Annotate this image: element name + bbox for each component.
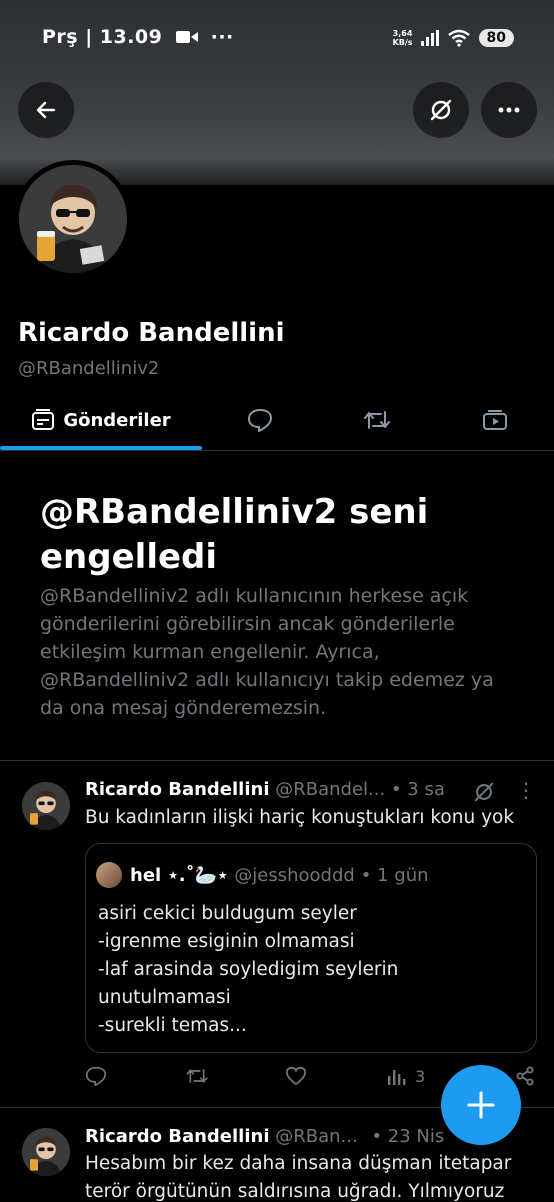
views-button[interactable]: 3 [387, 1066, 425, 1086]
quoted-author-name: hel ⋆.˚🦢⋆ [130, 864, 229, 886]
video-icon [175, 31, 198, 43]
status-time: Prş | 13.09 ··· [42, 26, 234, 48]
tab-reposts[interactable] [318, 392, 436, 448]
back-arrow-icon [36, 101, 56, 119]
profile-tabs: Gönderiler [0, 392, 554, 451]
media-icon [483, 410, 507, 430]
more-options-button[interactable] [481, 82, 537, 138]
active-tab-indicator [0, 446, 202, 450]
blocked-notice-title: @RBandelliniv2 seni engelledi [40, 492, 429, 577]
post-text-line: terör örgütünün saldırısına uğradı. Yılm… [85, 1181, 505, 1202]
post-header: Ricardo Bandellini @RBandel... • 3 sa [85, 779, 445, 800]
tab-posts[interactable]: Gönderiler [0, 392, 202, 448]
post-more-icon[interactable]: ⋮ [516, 778, 536, 802]
more-notifications-icon: ··· [210, 26, 234, 48]
reply-button[interactable] [85, 1066, 107, 1086]
grok-button[interactable] [413, 82, 469, 138]
heart-icon [285, 1066, 307, 1086]
back-button[interactable] [18, 82, 74, 138]
status-bar: Prş | 13.09 ··· 3,64 KB/s 80 [0, 22, 554, 54]
tab-posts-label: Gönderiler [63, 409, 171, 431]
post-header: Ricardo Bandellini @RBan... • 23 Nis [85, 1126, 444, 1147]
share-button[interactable] [515, 1066, 535, 1086]
quoted-text-line: -surekli temas... [98, 1015, 247, 1036]
post-time: • 23 Nis [371, 1126, 445, 1147]
grok-icon[interactable] [472, 780, 496, 804]
network-speed: 3,64 KB/s [392, 29, 413, 47]
post-author-handle[interactable]: @RBan... [275, 1126, 357, 1147]
post-author-name[interactable]: Ricardo Bandellini [85, 779, 270, 800]
repost-button[interactable] [185, 1066, 209, 1086]
post-text-line: Hesabım bir kez daha insana düşman iteta… [85, 1153, 512, 1174]
quoted-author-handle: @jesshooddd [234, 864, 355, 886]
post-author-handle[interactable]: @RBandel... [275, 779, 385, 800]
post-author-name[interactable]: Ricardo Bandellini [85, 1126, 270, 1147]
posts-icon [32, 409, 55, 430]
replies-icon [248, 409, 272, 432]
quoted-text-line: -laf arasinda soyledigim seylerin [98, 959, 399, 980]
repost-icon [186, 1068, 208, 1084]
share-icon [516, 1066, 534, 1086]
quoted-post[interactable]: hel ⋆.˚🦢⋆ @jesshooddd • 1 gün asiri ceki… [85, 843, 537, 1053]
profile-name: Ricardo Bandellini [18, 318, 285, 348]
tab-replies[interactable] [202, 392, 318, 448]
profile-handle: @RBandelliniv2 [18, 358, 160, 379]
quoted-post-header: hel ⋆.˚🦢⋆ @jesshooddd • 1 gün [96, 862, 429, 888]
quoted-author-avatar [96, 862, 122, 888]
like-button[interactable] [285, 1066, 307, 1086]
post-text: Bu kadınların ilişki hariç konuştukları … [85, 807, 515, 828]
grok-icon [430, 99, 452, 121]
reposts-icon [364, 411, 390, 429]
battery-indicator: 80 [478, 29, 514, 47]
divider [0, 760, 554, 761]
tab-media[interactable] [436, 392, 554, 448]
quoted-post-text: asiri cekici buldugum seyler -igrenme es… [98, 900, 398, 1040]
post-avatar[interactable] [22, 782, 70, 830]
post-time: • 3 sa [390, 779, 445, 800]
quoted-text-line: unutulmamasi [98, 987, 231, 1008]
views-count: 3 [415, 1066, 426, 1086]
plus-icon [467, 1091, 495, 1119]
blocked-notice-description: @RBandelliniv2 adlı kullanıcının herkese… [40, 585, 494, 719]
avatar-image [19, 165, 127, 273]
quoted-text-line: -igrenme esiginin olmamasi [98, 931, 355, 952]
quoted-post-time: • 1 gün [360, 864, 429, 886]
more-horizontal-icon [498, 107, 520, 113]
wifi-icon [447, 29, 470, 47]
quoted-text-line: asiri cekici buldugum seyler [98, 903, 357, 924]
reply-icon [85, 1066, 107, 1086]
compose-button[interactable] [441, 1065, 521, 1145]
post-avatar[interactable] [22, 1128, 70, 1176]
views-icon [388, 1070, 406, 1085]
signal-icon [420, 30, 439, 46]
profile-avatar[interactable] [14, 160, 132, 278]
